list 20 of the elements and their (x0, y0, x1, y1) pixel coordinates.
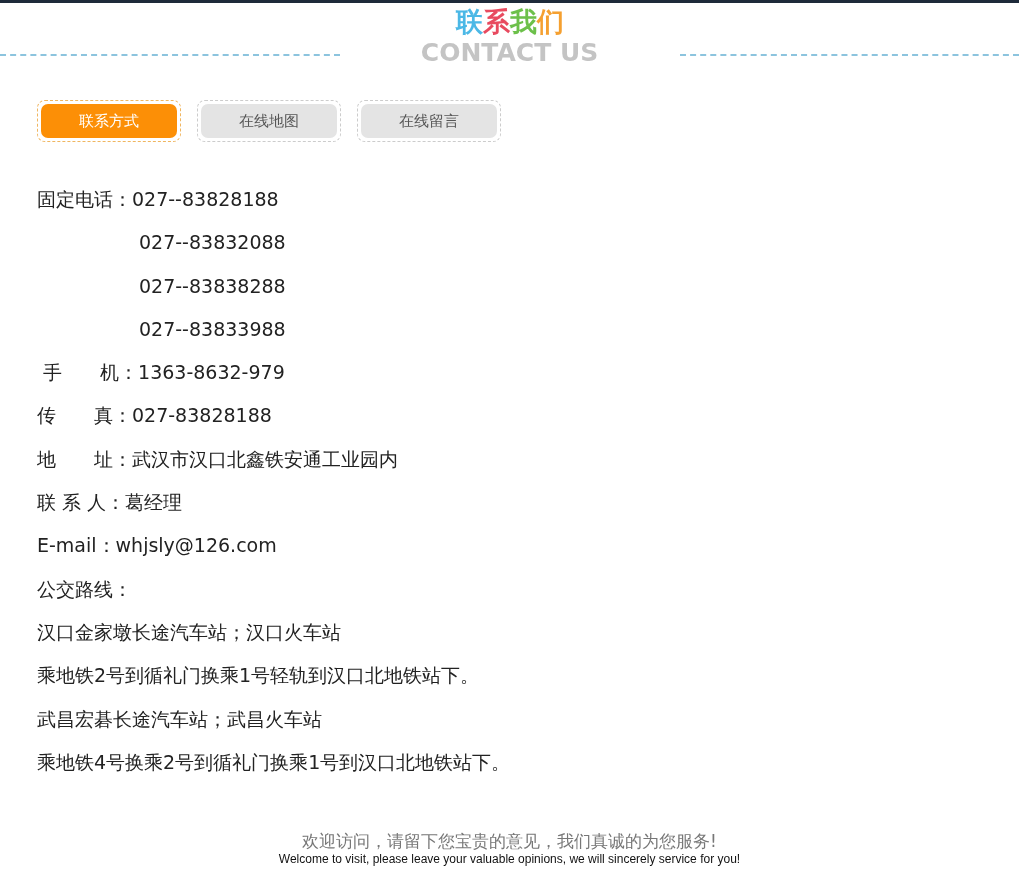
tab[interactable]: 在线留言 (361, 104, 497, 138)
section-subtitle: CONTACT US (420, 38, 599, 68)
contact-line: 汉口金家墩长途汽车站；汉口火车站 (37, 619, 341, 645)
contact-line: 联 系 人：葛经理 (37, 490, 183, 516)
contact-line: 乘地铁4号换乘2号到循礼门换乘1号到汉口北地铁站下。 (37, 749, 511, 775)
contact-line: 手 机：1363-8632-979 (42, 360, 285, 386)
contact-line: 地 址：武汉市汉口北鑫铁安通工业园内 (37, 446, 398, 472)
contact-line: 027--83832088 (138, 230, 286, 256)
contact-line: 公交路线： (37, 576, 132, 602)
contact-line: 乘地铁2号到循礼门换乘1号轻轨到汉口北地铁站下。 (37, 663, 480, 689)
footer-english: Welcome to visit, please leave your valuable opinions, we will sincerely service for you! (278, 852, 741, 866)
footer-message: 欢迎访问，请留下您宝贵的意见，我们真诚的为您服务! (302, 830, 717, 852)
contact-line: 固定电话：027--83828188 (37, 187, 279, 212)
contact-line: 027--83833988 (138, 316, 286, 342)
section-title: 联系我们 (455, 6, 564, 38)
contact-line: 传 真：027-83828188 (37, 403, 272, 429)
contact-line: 武昌宏碁长途汽车站；武昌火车站 (37, 706, 322, 732)
contact-line: 027--83838288 (138, 273, 286, 299)
tab[interactable]: 在线地图 (201, 104, 337, 138)
contact-line: E-mail：whjsly@126.com (37, 533, 277, 559)
